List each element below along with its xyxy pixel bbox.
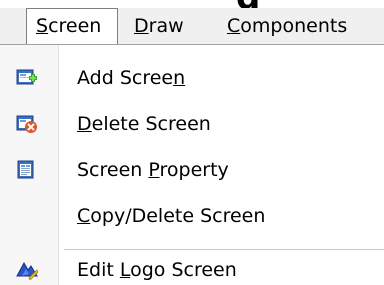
- menu-tab-draw[interactable]: Draw: [134, 8, 184, 44]
- delete-screen-icon: [16, 115, 37, 133]
- edit-logo-screen-icon: [16, 261, 38, 280]
- menu-tab-components-label: Components: [227, 15, 348, 37]
- menu-item-delete-screen[interactable]: Delete Screen: [0, 101, 384, 147]
- add-screen-icon: [16, 69, 37, 85]
- menu-item-screen-property-label: Screen Property: [77, 159, 229, 181]
- menu-item-copy-delete-screen[interactable]: Copy/Delete Screen: [0, 193, 384, 239]
- menu-tab-screen[interactable]: Screen: [26, 8, 118, 44]
- menu-bar: Screen Draw Components: [0, 8, 384, 45]
- menu-item-delete-screen-label: Delete Screen: [77, 113, 211, 135]
- menu-item-copy-delete-screen-label: Copy/Delete Screen: [77, 205, 266, 227]
- screen-dropdown-menu: Add Screen Delete Screen Screen Property…: [0, 45, 384, 285]
- screen-menu-window: g Screen Draw Components Add S: [0, 0, 384, 285]
- menu-tab-screen-label: Screen: [36, 15, 102, 37]
- menu-item-add-screen[interactable]: Add Screen: [0, 55, 384, 101]
- menu-item-add-screen-label: Add Screen: [77, 67, 186, 89]
- partial-title-glyph: g: [236, 0, 261, 8]
- menu-item-edit-logo-screen-label: Edit Logo Screen: [77, 259, 237, 281]
- menu-tab-draw-label: Draw: [134, 15, 184, 37]
- menu-tab-components[interactable]: Components: [227, 8, 347, 44]
- partial-title-text: g: [236, 0, 384, 8]
- menu-item-edit-logo-screen[interactable]: Edit Logo Screen: [0, 247, 384, 285]
- menu-item-screen-property[interactable]: Screen Property: [0, 147, 384, 193]
- screen-property-icon: [17, 160, 34, 179]
